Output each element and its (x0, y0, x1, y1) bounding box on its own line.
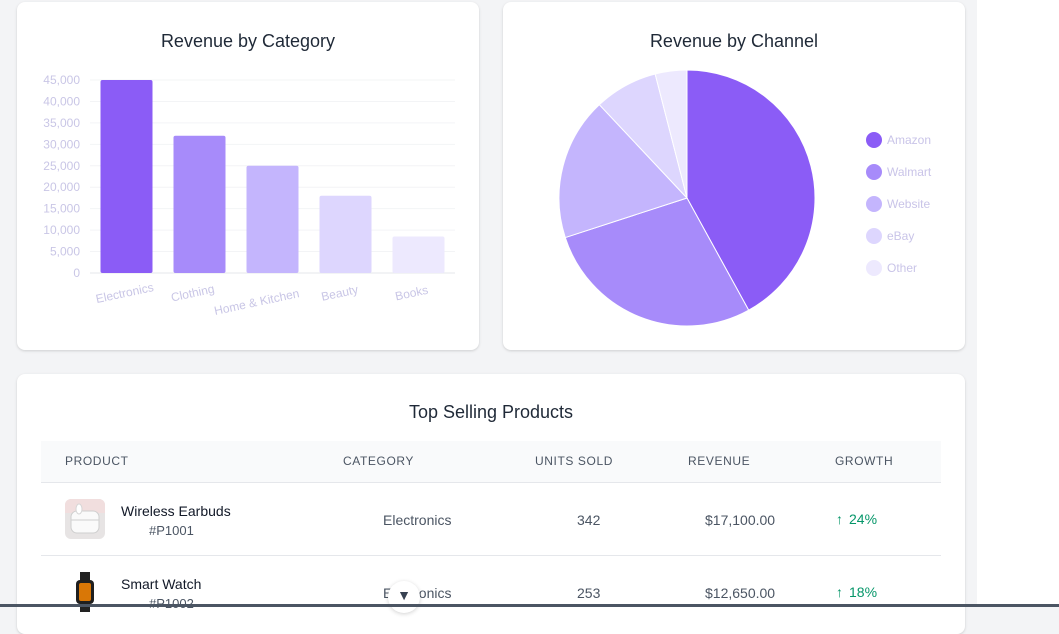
legend-label: Walmart (887, 165, 932, 179)
bar (173, 135, 226, 273)
arrow-up-icon: ↑ (836, 584, 843, 600)
top-selling-products-card: Top Selling Products Product Category Un… (17, 374, 965, 634)
table-row[interactable]: Wireless Earbuds #P1001 Electronics 342 … (41, 483, 941, 556)
product-units-sold: 253 (577, 585, 601, 601)
chevron-down-icon: ▼ (397, 587, 411, 603)
bar-chart: 0 5,000 10,000 15,000 20,000 25,000 30,000 35,0… (43, 73, 455, 318)
arrow-up-icon: ↑ (836, 511, 843, 527)
legend-item[interactable]: eBay (866, 220, 931, 252)
x-tick-label: Home & Kitchen (213, 286, 301, 318)
earbuds-thumbnail (65, 499, 105, 539)
y-tick-label: 25,000 (43, 159, 80, 173)
legend-item[interactable]: Website (866, 188, 931, 220)
column-header-growth[interactable]: Growth (835, 441, 893, 482)
y-tick-label: 35,000 (43, 116, 80, 130)
pie-legend: Amazon Walmart Website eBay Other (866, 124, 931, 284)
page-right-margin (977, 0, 1059, 607)
legend-label: Website (887, 197, 931, 211)
product-growth: ↑ 18% (836, 584, 877, 600)
x-tick-label: Clothing (170, 282, 216, 305)
legend-label: Amazon (887, 133, 932, 147)
bar (246, 165, 299, 273)
column-header-category[interactable]: Category (343, 441, 414, 482)
x-tick-label: Beauty (320, 282, 359, 303)
bar (392, 236, 445, 273)
legend-swatch (866, 164, 882, 180)
product-name: Smart Watch (121, 576, 202, 592)
column-header-revenue[interactable]: Revenue (688, 441, 750, 482)
scroll-down-button[interactable]: ▼ (388, 581, 420, 613)
y-tick-label: 15,000 (43, 202, 80, 216)
legend-label: eBay (887, 229, 915, 243)
table-row[interactable]: Smart Watch #P1002 Electronics 253 $12,6… (41, 556, 941, 628)
x-tick-label: Books (394, 283, 430, 304)
legend-item[interactable]: Other (866, 252, 931, 284)
x-tick-label: Electronics (95, 280, 155, 306)
y-tick-label: 5,000 (50, 245, 80, 259)
product-category: Electronics (383, 512, 452, 528)
legend-item[interactable]: Walmart (866, 156, 931, 188)
legend-swatch (866, 260, 882, 276)
bar (319, 195, 372, 273)
legend-swatch (866, 228, 882, 244)
table-header: Product Category Units Sold Revenue Grow… (41, 441, 941, 483)
legend-swatch (866, 196, 882, 212)
product-growth: ↑ 24% (836, 511, 877, 527)
growth-value: 24% (849, 511, 878, 527)
column-header-product[interactable]: Product (65, 441, 129, 482)
revenue-by-channel-card: Revenue by Channel Amazon Walmart Website e… (503, 2, 965, 350)
product-units-sold: 342 (577, 512, 601, 528)
y-tick-label: 45,000 (43, 73, 80, 87)
y-tick-label: 0 (73, 266, 80, 280)
table-title: Top Selling Products (408, 402, 574, 422)
column-header-units-sold[interactable]: Units Sold (535, 441, 613, 482)
y-tick-label: 40,000 (43, 94, 80, 108)
revenue-by-category-card: Revenue by Category 0 5,000 10,000 15,000 20… (17, 2, 479, 350)
product-name: Wireless Earbuds (121, 503, 231, 519)
product-revenue: $17,100.00 (705, 512, 776, 528)
product-sku: #P1001 (149, 523, 194, 538)
y-tick-label: 10,000 (43, 223, 80, 237)
y-tick-label: 20,000 (43, 180, 80, 194)
product-revenue: $12,650.00 (705, 585, 776, 601)
y-tick-label: 30,000 (43, 137, 80, 151)
legend-label: Other (887, 261, 918, 275)
growth-value: 18% (849, 584, 878, 600)
legend-item[interactable]: Amazon (866, 124, 931, 156)
legend-swatch (866, 132, 882, 148)
bar (100, 80, 153, 273)
